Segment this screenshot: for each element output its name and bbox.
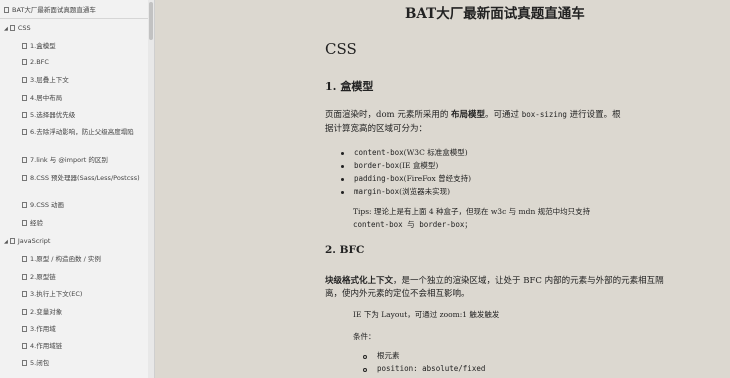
collapse-triangle-icon[interactable]: ◢: [4, 25, 8, 33]
condition-item: position: absolute/fixed: [377, 364, 486, 373]
document-icon: [22, 326, 27, 332]
sidebar-item[interactable]: 9.CSS 动画: [22, 201, 64, 209]
document-icon: [22, 77, 27, 83]
sidebar-item[interactable]: 3.层叠上下文: [22, 76, 69, 84]
tips-line: content-box 与 border-box；: [353, 220, 472, 229]
paragraph-bfc-cont: 离，使内外元素的定位不会相互影响。: [325, 289, 470, 299]
sidebar-item[interactable]: 1.盒模型: [22, 42, 56, 50]
bullet-dot: [341, 191, 344, 194]
sidebar-item[interactable]: 5.闭包: [22, 359, 49, 367]
tips-line: Tips: 理论上是有上面 4 种盒子，但现在 w3c 与 mdn 规范中均只支…: [353, 207, 591, 216]
sidebar-item[interactable]: 3.作用域: [22, 325, 56, 333]
bullet-item: margin-box(浏览器未实现): [354, 187, 451, 196]
sidebar-item[interactable]: 1.原型 / 构造函数 / 实例: [22, 255, 101, 263]
sidebar-item[interactable]: 3.执行上下文(EC): [22, 290, 82, 298]
sidebar-item[interactable]: 5.选择器优先级: [22, 111, 75, 119]
sidebar-group-css[interactable]: ◢ CSS: [4, 24, 31, 33]
paragraph-bfc: 块级格式化上下文，是一个独立的渲染区域，让处于 BFC 内部的元素与外部的元素相…: [325, 276, 664, 286]
heading-bfc: 2. BFC: [325, 244, 365, 256]
condition-item: 根元素: [377, 351, 400, 360]
sidebar-item-title[interactable]: BAT大厂最新面试真题直通车: [4, 6, 96, 14]
document-icon: [22, 309, 27, 315]
sidebar-item[interactable]: 8.CSS 预处理器(Sass/Less/Postcss): [22, 174, 140, 182]
bullet-item: border-box(IE 盒模型): [354, 161, 439, 170]
document-icon: [22, 157, 27, 163]
sidebar-group-javascript[interactable]: ◢ JavaScript: [4, 237, 50, 246]
sidebar-item[interactable]: 2.原型链: [22, 273, 56, 281]
document-icon: [9, 238, 15, 244]
ie-note: IE 下为 Layout，可通过 zoom:1 触发触发: [353, 310, 500, 319]
sidebar-scrollbar[interactable]: [148, 0, 154, 378]
document-icon: [22, 202, 27, 208]
bullet-dot: [341, 178, 344, 181]
document-icon: [22, 360, 27, 366]
sidebar-item[interactable]: 7.link 与 @import 的区别: [22, 156, 108, 164]
document-icon: [4, 7, 9, 13]
bullet-item: padding-box(FireFox 曾经支持): [354, 174, 472, 183]
document-icon: [22, 175, 27, 181]
collapse-triangle-icon[interactable]: ◢: [4, 238, 8, 246]
sidebar-item[interactable]: 2.变量对象: [22, 308, 62, 316]
document-icon: [22, 112, 27, 118]
document-icon: [9, 25, 15, 31]
document-icon: [22, 43, 27, 49]
document-icon: [22, 220, 27, 226]
document-icon: [22, 256, 27, 262]
document-icon: [22, 129, 27, 135]
conditions-label: 条件：: [353, 332, 376, 341]
document-icon: [22, 274, 27, 280]
paragraph-box-model: 页面渲染时，dom 元素所采用的 布局模型。可通过 box-sizing 进行设…: [325, 110, 621, 120]
bullet-item: content-box(W3C 标准盒模型): [354, 148, 468, 157]
document-icon: [22, 59, 27, 65]
sidebar-item[interactable]: 2.BFC: [22, 58, 49, 66]
document-icon: [22, 343, 27, 349]
sidebar-item[interactable]: 经验: [22, 219, 43, 227]
document-area: BAT大厂最新面试真题直通车 CSS 1. 盒模型 页面渲染时，dom 元素所采…: [155, 0, 730, 378]
bullet-circle: [363, 368, 367, 372]
section-heading-css: CSS: [325, 40, 357, 58]
sidebar-item[interactable]: 4.居中布局: [22, 94, 62, 102]
document-page: CSS 1. 盒模型 页面渲染时，dom 元素所采用的 布局模型。可通过 box…: [250, 0, 720, 378]
sidebar-item[interactable]: 4.作用域链: [22, 342, 62, 350]
document-icon: [22, 291, 27, 297]
document-icon: [22, 95, 27, 101]
sidebar-item[interactable]: 6.去除浮动影响，防止父级高度塌陷: [22, 128, 140, 136]
bullet-dot: [341, 152, 344, 155]
heading-box-model: 1. 盒模型: [325, 80, 374, 93]
paragraph-box-model-cont: 据计算宽高的区域可分为：: [325, 124, 428, 134]
outline-sidebar: BAT大厂最新面试真题直通车 ◢ CSS 1.盒模型 2.BFC 3.层叠上下文 …: [0, 0, 155, 378]
sidebar-scroll-thumb[interactable]: [149, 2, 153, 40]
bullet-dot: [341, 165, 344, 168]
bullet-circle: [363, 355, 367, 359]
